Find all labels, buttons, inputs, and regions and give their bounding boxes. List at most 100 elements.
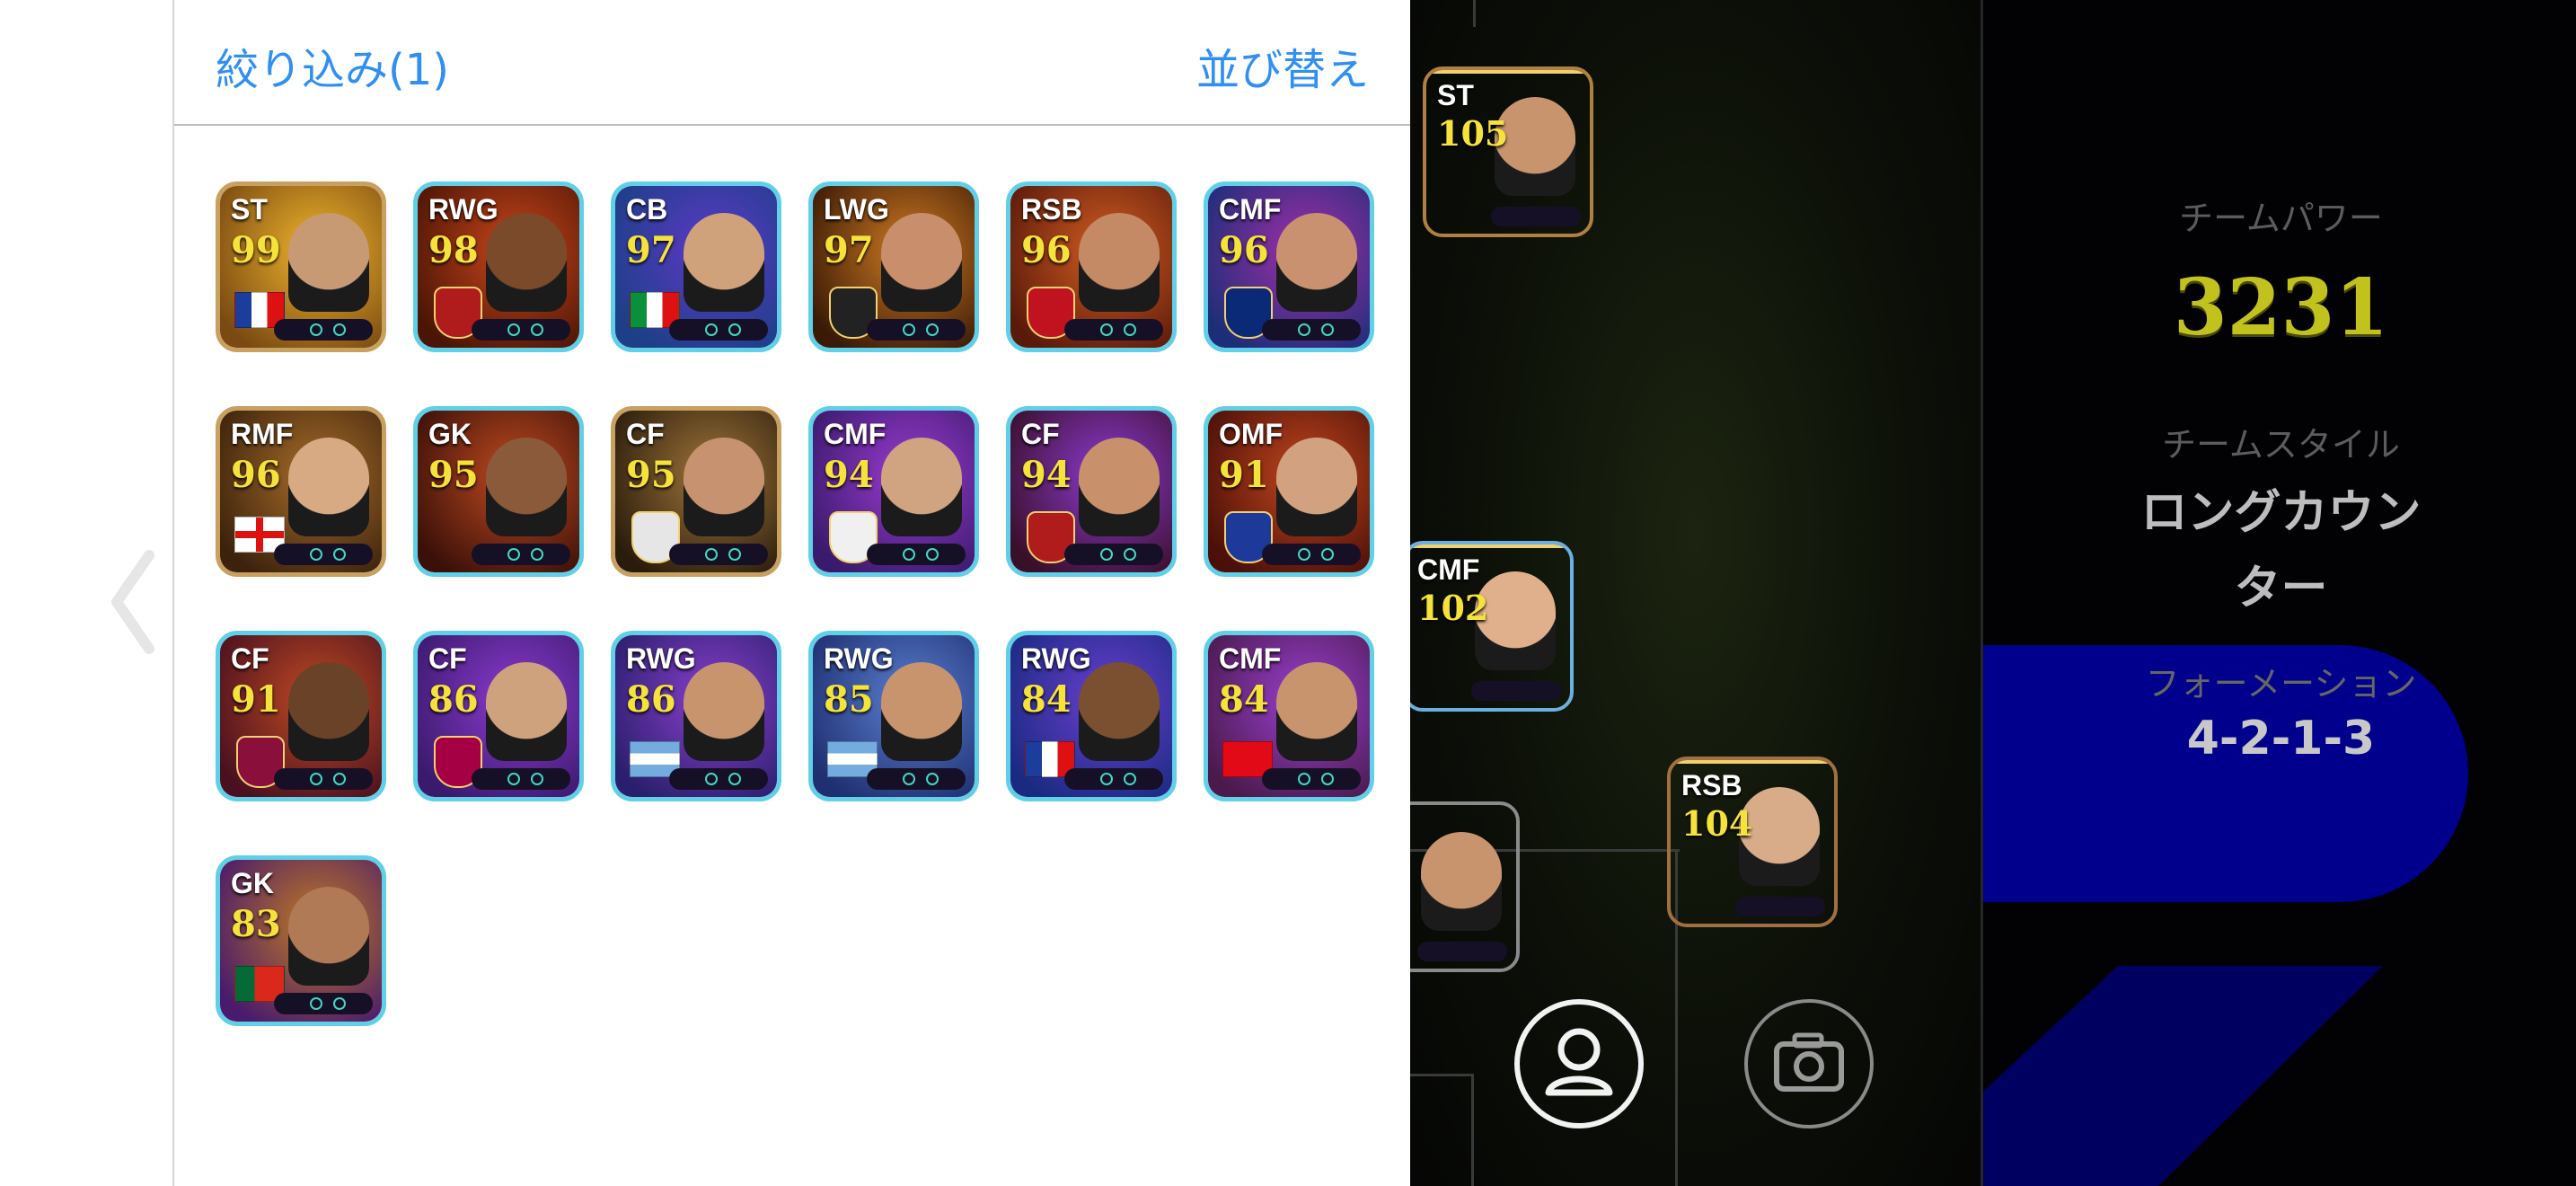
skill-dot-icon (728, 323, 741, 336)
player-portrait (288, 438, 369, 536)
skill-chip (867, 544, 966, 565)
player-card[interactable]: CMF 94 (808, 406, 979, 577)
team-style-label: チームスタイル (2162, 425, 2400, 465)
position-label: RWG (1021, 642, 1091, 675)
overall-rating: 105 (1437, 113, 1509, 154)
skill-dot-icon (705, 323, 718, 336)
position-label: CF (1021, 418, 1060, 450)
skill-dot-icon (333, 773, 346, 785)
player-card[interactable]: CF 95 (611, 406, 781, 577)
overall-rating: 94 (1021, 454, 1072, 496)
position-label: CF (231, 642, 269, 675)
player-portrait (1276, 662, 1357, 761)
skill-dot-icon (310, 997, 322, 1010)
player-card[interactable]: LWG 97 (808, 181, 979, 352)
skill-dot-icon (310, 548, 322, 561)
player-portrait (1276, 213, 1357, 312)
overall-rating: 95 (428, 454, 479, 496)
player-card[interactable]: CB 97 (611, 181, 781, 352)
pitch-player-card[interactable]: ST 105 (1423, 66, 1593, 237)
player-card[interactable]: RMF 96 (216, 406, 386, 577)
player-card[interactable]: OMF 91 (1204, 406, 1374, 577)
formation-label: フォーメーション (2145, 664, 2417, 704)
position-label: CF (428, 642, 467, 675)
pitch-player-card[interactable]: RSB 104 (1667, 757, 1838, 927)
filter-button[interactable]: 絞り込み(1) (216, 34, 449, 97)
skill-chip (669, 768, 768, 790)
skill-chip (1262, 768, 1361, 790)
skill-chip (1491, 207, 1581, 226)
skill-chip (472, 544, 570, 565)
position-label: CMF (1417, 553, 1480, 586)
player-card[interactable]: RSB 96 (1006, 181, 1177, 352)
pitch-area: ST 105 CMF 102 RSB 104 (1410, 0, 1981, 1186)
position-label: RWG (428, 193, 498, 226)
skill-dot-icon (903, 773, 915, 785)
pitch-player-card[interactable] (1410, 801, 1520, 972)
player-card[interactable]: CF 94 (1006, 406, 1177, 577)
position-label: GK (428, 418, 472, 450)
player-card[interactable]: GK 95 (413, 406, 584, 577)
profile-button[interactable] (1514, 999, 1644, 1128)
overall-rating: 94 (824, 454, 874, 496)
skill-dot-icon (728, 548, 741, 561)
skill-dot-icon (1321, 773, 1334, 785)
skill-dot-icon (705, 548, 718, 561)
skill-chip (1262, 544, 1361, 565)
position-label: CB (626, 193, 668, 226)
skill-dot-icon (1124, 548, 1136, 561)
player-portrait (1079, 662, 1160, 761)
skill-dot-icon (1124, 323, 1136, 336)
club-crest-icon (1671, 760, 1834, 764)
skill-dot-icon (926, 323, 939, 336)
player-card[interactable]: CMF 84 (1204, 631, 1374, 801)
player-portrait (881, 213, 962, 312)
overall-rating: 83 (231, 903, 281, 945)
overall-rating: 84 (1021, 678, 1072, 721)
skill-dot-icon (1124, 773, 1136, 785)
person-icon (1545, 1028, 1613, 1096)
player-card[interactable]: CF 86 (413, 631, 584, 801)
player-card[interactable]: CMF 96 (1204, 181, 1374, 352)
skill-chip (1064, 319, 1163, 341)
player-portrait (288, 887, 369, 986)
position-label: CMF (1219, 642, 1282, 675)
player-portrait (881, 438, 962, 536)
position-label: CMF (1219, 193, 1282, 226)
position-label: ST (1437, 79, 1474, 111)
skill-dot-icon (310, 323, 322, 336)
chevron-left-icon[interactable] (106, 548, 160, 656)
player-portrait (1276, 438, 1357, 536)
player-portrait (486, 662, 567, 761)
player-list-panel: 絞り込み(1) 並び替え ST 99 RWG 98 CB 97 LWG 97 RSB 96 CMF 9… (172, 0, 1410, 1186)
skill-dot-icon (507, 548, 520, 561)
skill-dot-icon (705, 773, 718, 785)
position-label: LWG (824, 193, 889, 226)
overall-rating: 96 (1219, 229, 1269, 271)
player-portrait (1079, 438, 1160, 536)
skill-chip (274, 319, 373, 341)
player-card[interactable]: RWG 86 (611, 631, 781, 801)
player-card[interactable]: RWG 84 (1006, 631, 1177, 801)
pitch-line (1410, 1074, 1473, 1076)
overall-rating: 98 (428, 229, 479, 271)
player-card[interactable]: RWG 85 (808, 631, 979, 801)
skill-dot-icon (903, 548, 915, 561)
overall-rating: 85 (824, 678, 874, 721)
pitch-player-card[interactable]: CMF 102 (1410, 541, 1574, 712)
overall-rating: 102 (1417, 588, 1489, 628)
position-label: RSB (1681, 769, 1742, 801)
club-crest-icon (1410, 544, 1570, 548)
pitch-line (1473, 0, 1476, 27)
player-card[interactable]: GK 83 (216, 855, 386, 1026)
camera-button[interactable] (1744, 999, 1874, 1128)
team-style-value-line2: ター (2234, 562, 2328, 615)
player-card[interactable]: RWG 98 (413, 181, 584, 352)
position-label: RSB (1021, 193, 1082, 226)
sort-button[interactable]: 並び替え (1196, 34, 1369, 97)
skill-chip (669, 544, 768, 565)
player-card[interactable]: CF 91 (216, 631, 386, 801)
skill-dot-icon (333, 323, 346, 336)
position-label: GK (231, 867, 274, 899)
player-card[interactable]: ST 99 (216, 181, 386, 352)
